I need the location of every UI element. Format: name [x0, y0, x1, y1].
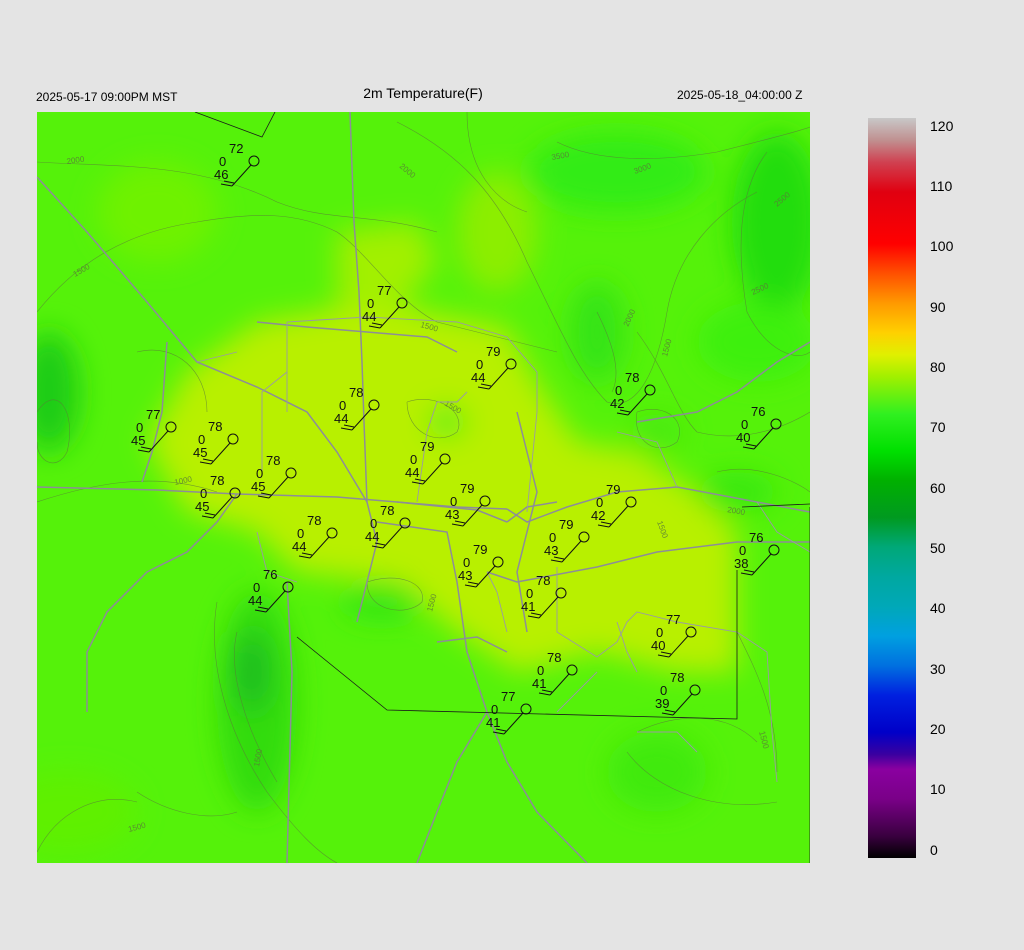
- station-dewpoint: 44: [292, 539, 306, 554]
- station-dewpoint: 38: [734, 556, 748, 571]
- colorbar-label: 0: [930, 842, 938, 858]
- station-temperature: 78: [210, 473, 224, 488]
- station-dewpoint: 41: [486, 715, 500, 730]
- colorbar-label: 120: [930, 118, 954, 134]
- station-temperature: 76: [263, 567, 277, 582]
- station-dewpoint: 44: [471, 370, 485, 385]
- station-temperature: 79: [420, 439, 434, 454]
- station-temperature: 77: [501, 689, 515, 704]
- station-temperature: 78: [208, 419, 222, 434]
- station-dewpoint: 40: [651, 638, 665, 653]
- valid-utc-time: 2025-05-18_04:00:00 Z: [677, 88, 803, 102]
- station-temperature: 77: [377, 283, 391, 298]
- station-temperature: 79: [486, 344, 500, 359]
- station-temperature: 79: [559, 517, 573, 532]
- station-temperature: 76: [751, 404, 765, 419]
- station-dewpoint: 43: [458, 568, 472, 583]
- station-dewpoint: 44: [405, 465, 419, 480]
- colorbar-label: 40: [930, 600, 946, 616]
- station-dewpoint: 45: [193, 445, 207, 460]
- colorbar-label: 100: [930, 238, 954, 254]
- station-temperature: 72: [229, 141, 243, 156]
- station-temperature: 78: [536, 573, 550, 588]
- station-dewpoint: 46: [214, 167, 228, 182]
- station-dewpoint: 44: [248, 593, 262, 608]
- station-temperature: 77: [666, 612, 680, 627]
- station-dewpoint: 44: [362, 309, 376, 324]
- colorbar-label: 70: [930, 419, 946, 435]
- colorbar-label: 20: [930, 721, 946, 737]
- station-temperature: 78: [670, 670, 684, 685]
- colorbar-label: 90: [930, 299, 946, 315]
- station-temperature: 78: [266, 453, 280, 468]
- station-dewpoint: 45: [131, 433, 145, 448]
- station-dewpoint: 39: [655, 696, 669, 711]
- station-temperature: 78: [625, 370, 639, 385]
- station-dewpoint: 43: [445, 507, 459, 522]
- station-temperature: 78: [349, 385, 363, 400]
- station-temperature: 79: [460, 481, 474, 496]
- station-temperature: 77: [146, 407, 160, 422]
- station-dewpoint: 42: [591, 508, 605, 523]
- station-dewpoint: 45: [195, 499, 209, 514]
- station-dewpoint: 44: [334, 411, 348, 426]
- station-dewpoint: 45: [251, 479, 265, 494]
- station-dewpoint: 41: [532, 676, 546, 691]
- colorbar-label: 50: [930, 540, 946, 556]
- temperature-map: 2000 1500 1000 2000 3500 3000 2500 2000 …: [37, 112, 810, 863]
- station-temperature: 78: [307, 513, 321, 528]
- station-temperature: 78: [380, 503, 394, 518]
- station-dewpoint: 44: [365, 529, 379, 544]
- colorbar-label: 30: [930, 661, 946, 677]
- station-temperature: 76: [749, 530, 763, 545]
- station-dewpoint: 43: [544, 543, 558, 558]
- colorbar-label: 110: [930, 178, 953, 194]
- temperature-colorbar: [868, 118, 916, 858]
- station-temperature: 78: [547, 650, 561, 665]
- colorbar-label: 80: [930, 359, 946, 375]
- station-temperature: 79: [473, 542, 487, 557]
- station-dewpoint: 41: [521, 599, 535, 614]
- station-dewpoint: 40: [736, 430, 750, 445]
- station-dewpoint: 42: [610, 396, 624, 411]
- colorbar-label: 60: [930, 480, 946, 496]
- colorbar-label: 10: [930, 781, 946, 797]
- station-temperature: 79: [606, 482, 620, 497]
